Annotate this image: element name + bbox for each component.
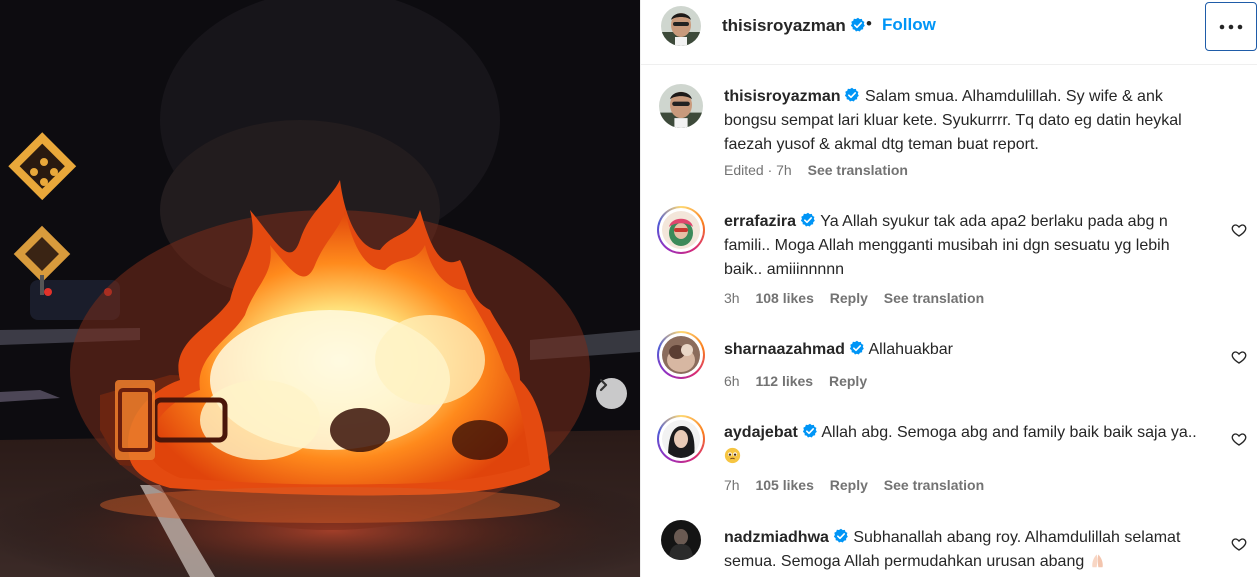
like-heart-icon[interactable] [1231, 349, 1247, 365]
commenter-avatar[interactable] [661, 520, 701, 560]
comment-username[interactable]: sharnaazahmad [724, 341, 845, 358]
next-photo-button[interactable] [596, 378, 627, 409]
burning-car-photo [0, 0, 640, 577]
verified-badge-icon [849, 340, 864, 355]
more-horizontal-icon [1219, 24, 1243, 29]
story-ring[interactable] [657, 206, 705, 254]
author-avatar-image [659, 84, 703, 128]
post-header: thisisroyazman • Follow [641, 0, 1257, 65]
caption-username[interactable]: thisisroyazman [724, 88, 840, 105]
comment-time: 6h [724, 373, 740, 389]
header-separator: • [866, 14, 872, 33]
comment-meta: 3h 108 likes Reply See translation [724, 290, 996, 306]
caption-author-avatar[interactable] [659, 84, 703, 128]
like-heart-icon[interactable] [1231, 431, 1247, 447]
story-ring[interactable] [657, 331, 705, 379]
comment-likes[interactable]: 108 likes [755, 290, 813, 306]
reply-button[interactable]: Reply [829, 373, 867, 389]
comment-username[interactable]: errafazira [724, 213, 796, 230]
comment-username[interactable]: aydajebat [724, 424, 798, 441]
commenter-avatar-image [662, 420, 700, 458]
more-options-button[interactable] [1205, 2, 1257, 51]
author-avatar-image [661, 6, 701, 46]
chevron-right-icon [599, 378, 608, 392]
comment-likes[interactable]: 112 likes [755, 373, 813, 389]
commenter-avatar-image [661, 520, 701, 560]
commenter-avatar-image [662, 336, 700, 374]
comment-text-block: errafazira Ya Allah syukur tak ada apa2 … [724, 210, 1204, 282]
author-username[interactable]: thisisroyazman [722, 16, 866, 36]
caption-edited-time: Edited · 7h [724, 162, 792, 178]
post-side-panel: thisisroyazman • Follow thisisroyazman S… [640, 0, 1257, 577]
comment-text-block: nadzmiadhwa Subhanallah abang roy. Alham… [724, 526, 1214, 574]
verified-badge-icon [850, 17, 865, 32]
comment-username[interactable]: nadzmiadhwa [724, 529, 829, 546]
verified-badge-icon [833, 528, 848, 543]
pleading-face-emoji [724, 447, 741, 464]
caption-text-block: thisisroyazman Salam smua. Alhamdulillah… [724, 85, 1214, 157]
comment-meta: 7h 105 likes Reply See translation [724, 477, 996, 493]
follow-button[interactable]: Follow [882, 15, 936, 35]
comment-text: Allahuakbar [868, 341, 954, 358]
post-media[interactable] [0, 0, 640, 577]
comment-likes[interactable]: 105 likes [755, 477, 813, 493]
verified-badge-icon [802, 423, 817, 438]
verified-badge-icon [800, 212, 815, 227]
see-translation-link[interactable]: See translation [808, 162, 908, 178]
comment-text: Allah abg. Semoga abg and family baik ba… [821, 424, 1197, 441]
reply-button[interactable]: Reply [830, 290, 868, 306]
comment-meta: 6h 112 likes Reply [724, 373, 879, 389]
verified-badge-icon [845, 87, 860, 102]
like-heart-icon[interactable] [1231, 222, 1247, 238]
like-heart-icon[interactable] [1231, 536, 1247, 552]
see-translation-link[interactable]: See translation [884, 477, 984, 493]
commenter-avatar-image [662, 211, 700, 249]
reply-button[interactable]: Reply [830, 477, 868, 493]
comment-text-block: aydajebat Allah abg. Semoga abg and fami… [724, 421, 1214, 469]
caption-meta: Edited · 7h See translation [724, 162, 920, 178]
author-avatar[interactable] [661, 6, 701, 46]
story-ring[interactable] [657, 415, 705, 463]
comment-text-block: sharnaazahmad Allahuakbar [724, 338, 1204, 362]
praying-hands-emoji [1091, 554, 1103, 568]
comment-time: 7h [724, 477, 740, 493]
comment-time: 3h [724, 290, 740, 306]
see-translation-link[interactable]: See translation [884, 290, 984, 306]
